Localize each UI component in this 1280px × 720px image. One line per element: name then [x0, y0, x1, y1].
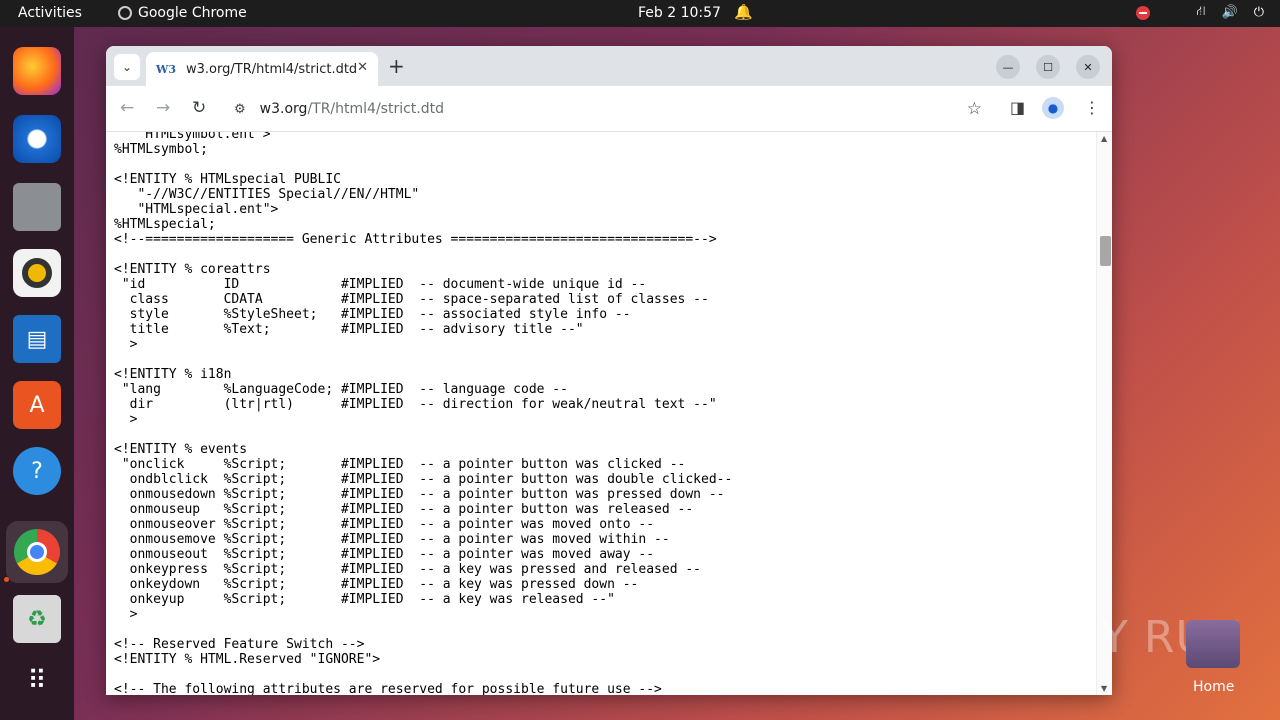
bookmark-star-icon[interactable]: ☆ [967, 99, 982, 119]
dtd-line: ondblclick %Script; #IMPLIED -- a pointe… [129, 472, 733, 487]
maximize-button[interactable]: ☐ [1036, 55, 1060, 79]
home-folder-label: Home [1193, 679, 1235, 695]
top-bar: Activities Google Chrome Feb 2 10:57 🔔 ⛙… [0, 0, 1280, 27]
firefox-icon[interactable] [13, 47, 61, 95]
chrome-logo-center [27, 542, 47, 562]
volume-icon[interactable]: 🔊 [1222, 5, 1238, 20]
power-icon[interactable]: ⏻ [1254, 5, 1264, 20]
dtd-line: onmouseup %Script; #IMPLIED -- a pointer… [129, 502, 694, 517]
dtd-line: onmouseover %Script; #IMPLIED -- a point… [129, 517, 655, 532]
profile-avatar-icon[interactable]: ● [1042, 97, 1064, 119]
help-icon[interactable]: ? [13, 447, 61, 495]
dtd-line: style %StyleSheet; #IMPLIED -- associate… [129, 307, 631, 322]
dtd-line: "onclick %Script; #IMPLIED -- a pointer … [121, 457, 686, 472]
dtd-line: class CDATA #IMPLIED -- space-separated … [129, 292, 709, 307]
dtd-source-text: "HTMLsymbol.ent"> %HTMLsymbol; <!ENTITY … [114, 132, 732, 695]
tab-strict-dtd[interactable]: W3 w3.org/TR/html4/strict.dtd ✕ [146, 52, 378, 86]
dtd-line: "id ID #IMPLIED -- document-wide unique … [121, 277, 647, 292]
software-icon[interactable]: A [13, 381, 61, 429]
chrome-window: ⌄ W3 w3.org/TR/html4/strict.dtd ✕ + — ☐ … [106, 46, 1112, 695]
dtd-line: %HTMLspecial; [114, 217, 216, 232]
url-host: w3.org [259, 101, 308, 117]
url-path: /TR/html4/strict.dtd [307, 101, 444, 117]
dtd-line: onmousedown %Script; #IMPLIED -- a point… [129, 487, 725, 502]
home-folder-icon[interactable] [1186, 620, 1240, 668]
rhythmbox-icon[interactable] [13, 249, 61, 297]
side-panel-icon[interactable]: ◨ [1010, 98, 1025, 117]
forward-button[interactable]: → [156, 98, 170, 118]
dock: ▤ A ? ♻ ⠿ [0, 27, 74, 720]
dtd-line: "HTMLsymbol.ent"> [137, 132, 271, 142]
trash-icon[interactable]: ♻ [13, 595, 61, 643]
chrome-icon[interactable] [6, 521, 68, 583]
w3c-favicon-icon: W3 [156, 62, 177, 76]
writer-icon[interactable]: ▤ [13, 315, 61, 363]
dtd-line: dir (ltr|rtl) #IMPLIED -- direction for … [129, 397, 717, 412]
tab-search-button[interactable]: ⌄ [114, 54, 140, 80]
dtd-line: onkeypress %Script; #IMPLIED -- a key wa… [129, 562, 701, 577]
dtd-line: <!-- The following attributes are reserv… [114, 682, 662, 695]
page-content: "HTMLsymbol.ent"> %HTMLsymbol; <!ENTITY … [106, 132, 1096, 695]
reload-button[interactable]: ↻ [192, 98, 206, 118]
do-not-disturb-icon[interactable] [1136, 5, 1151, 20]
rhythmbox-disc [22, 258, 52, 288]
dtd-line: <!ENTITY % i18n [114, 367, 232, 382]
dtd-line: <!ENTITY % coreattrs [114, 262, 271, 277]
tab-close-icon[interactable]: ✕ [357, 60, 368, 75]
back-button[interactable]: ← [120, 98, 134, 118]
dtd-line: onmousemove %Script; #IMPLIED -- a point… [129, 532, 670, 547]
address-bar[interactable]: ⚙ w3.org/TR/html4/strict.dtd ☆ [222, 92, 992, 126]
tab-title: w3.org/TR/html4/strict.dtd [186, 61, 358, 77]
system-tray[interactable]: ⛙ 🔊 ⏻ [1136, 4, 1264, 21]
chrome-small-icon [118, 6, 132, 20]
toolbar: ← → ↻ ⚙ w3.org/TR/html4/strict.dtd ☆ ◨ ●… [106, 86, 1112, 132]
network-icon[interactable]: ⛙ [1196, 4, 1205, 21]
clock[interactable]: Feb 2 10:57 [638, 5, 721, 21]
apps-grid-icon[interactable]: ⠿ [13, 657, 61, 705]
bell-icon[interactable]: 🔔 [734, 3, 753, 21]
dtd-line: "HTMLspecial.ent"> [137, 202, 279, 217]
dtd-line: > [129, 607, 138, 622]
scroll-up-icon[interactable]: ▲ [1101, 134, 1107, 143]
dtd-line: title %Text; #IMPLIED -- advisory title … [129, 322, 584, 337]
dtd-line: %HTMLsymbol; [114, 142, 208, 157]
tab-strip: ⌄ W3 w3.org/TR/html4/strict.dtd ✕ + — ☐ … [106, 46, 1112, 86]
activities-button[interactable]: Activities [18, 5, 82, 21]
app-name: Google Chrome [138, 5, 247, 21]
files-icon[interactable] [13, 183, 61, 231]
close-window-button[interactable]: ✕ [1076, 55, 1100, 79]
app-menu[interactable]: Google Chrome [118, 5, 247, 21]
minimize-button[interactable]: — [996, 55, 1020, 79]
vertical-scrollbar[interactable]: ▲ ▼ [1096, 132, 1112, 695]
chrome-logo [14, 529, 60, 575]
dtd-line: onmouseout %Script; #IMPLIED -- a pointe… [129, 547, 655, 562]
dtd-line: > [129, 337, 138, 352]
dtd-line: "-//W3C//ENTITIES Special//EN//HTML" [137, 187, 420, 202]
menu-kebab-icon[interactable]: ⋮ [1084, 98, 1100, 117]
dtd-line: onkeyup %Script; #IMPLIED -- a key was r… [129, 592, 615, 607]
dtd-line: <!ENTITY % HTMLspecial PUBLIC [114, 172, 341, 187]
dtd-line: "lang %LanguageCode; #IMPLIED -- languag… [121, 382, 568, 397]
thunderbird-icon[interactable] [13, 115, 61, 163]
dtd-line: > [129, 412, 138, 427]
dtd-line: <!-- Reserved Feature Switch --> [114, 637, 365, 652]
site-info-icon[interactable]: ⚙ [234, 102, 246, 117]
new-tab-button[interactable]: + [388, 54, 405, 78]
scroll-down-icon[interactable]: ▼ [1101, 684, 1107, 693]
dtd-line: <!--=================== Generic Attribut… [114, 232, 717, 247]
dtd-line: <!ENTITY % HTML.Reserved "IGNORE"> [114, 652, 381, 667]
dtd-line: <!ENTITY % events [114, 442, 248, 457]
scrollbar-thumb[interactable] [1100, 236, 1111, 266]
dtd-line: onkeydown %Script; #IMPLIED -- a key was… [129, 577, 639, 592]
